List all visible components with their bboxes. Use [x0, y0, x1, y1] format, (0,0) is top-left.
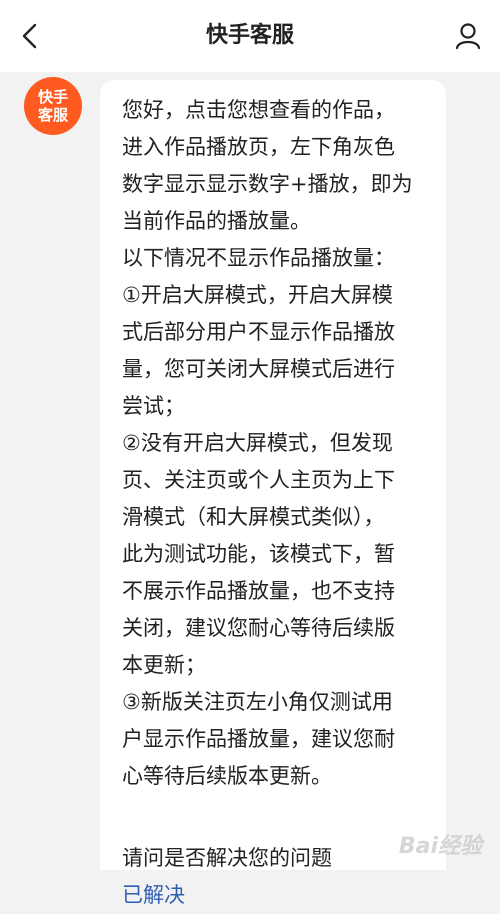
message-line: 页、关注页或个人主页为上下 — [122, 468, 395, 492]
avatar-label-line1: 快手 — [37, 88, 68, 106]
top-bar: 快手客服 — [0, 0, 500, 72]
message-line: 进入作品播放页，左下角灰色 — [122, 135, 395, 159]
message-line: 您好，点击您想查看的作品， — [122, 98, 395, 122]
message-line: 式后部分用户不显示作品播放 — [122, 320, 395, 344]
page-title: 快手客服 — [205, 23, 294, 48]
profile-button[interactable] — [450, 18, 486, 54]
message-line: ②没有开启大屏模式，但发现 — [122, 431, 393, 455]
message-line: 心等待后续版本更新。 — [122, 764, 332, 788]
message-line: 关闭，建议您耐心等待后续版 — [122, 616, 395, 640]
resolution-question: 请问是否解决您的问题 — [122, 846, 332, 870]
message-bubble: 您好，点击您想查看的作品， 进入作品播放页，左下角灰色 数字显示显示数字+播放，… — [100, 80, 446, 907]
message-line: 当前作品的播放量。 — [122, 209, 311, 233]
message-line: 此为测试功能，该模式下，暂 — [122, 542, 395, 566]
message-line: 量，您可关闭大屏模式后进行 — [122, 357, 395, 381]
resolved-link[interactable]: 已解决 — [122, 877, 185, 914]
message-line: 尝试； — [122, 394, 185, 418]
watermark-logo: Bai经验 — [398, 834, 482, 859]
message-line: 滑模式（和大屏模式类似）， — [122, 505, 385, 529]
message-line: 户显示作品播放量，建议您耐 — [122, 727, 395, 751]
message-line: 本更新； — [122, 653, 206, 677]
user-icon — [455, 23, 481, 50]
message-line: 以下情况不显示作品播放量： — [122, 246, 395, 270]
avatar-label-line2: 客服 — [37, 106, 68, 124]
message-line: 数字显示显示数字+播放，即为 — [122, 172, 413, 196]
message-line: ①开启大屏模式，开启大屏模 — [122, 283, 393, 307]
message-line: ③新版关注页左小角仅测试用 — [122, 690, 393, 714]
support-avatar: 快手 客服 — [24, 77, 82, 135]
message-line: 不展示作品播放量，也不支持 — [122, 579, 395, 603]
